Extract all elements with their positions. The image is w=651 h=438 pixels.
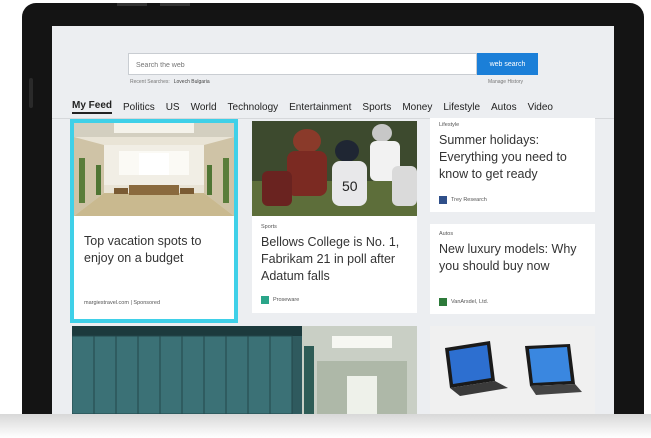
tab-video[interactable]: Video (528, 102, 553, 113)
tab-entertainment[interactable]: Entertainment (289, 102, 351, 113)
card-category: Autos (439, 231, 454, 237)
card-title[interactable]: Top vacation spots to enjoy on a budget (84, 233, 224, 267)
hotel-lobby-image (74, 123, 234, 216)
card-source-row: Trey Research (439, 196, 487, 204)
tab-sports[interactable]: Sports (362, 102, 391, 113)
svg-text:50: 50 (342, 178, 358, 194)
laptops-image (430, 326, 595, 414)
card-title[interactable]: Summer holidays: Everything you need to … (439, 132, 591, 183)
category-nav: My Feed Politics US World Technology Ent… (72, 99, 614, 115)
lockers-card[interactable] (72, 326, 417, 414)
recent-search-link[interactable]: Lovech Bulgaria (174, 79, 210, 85)
card-source-row: VanArsdel, Ltd. (439, 298, 488, 306)
manage-history-link[interactable]: Manage History (488, 79, 523, 85)
lifestyle-card[interactable]: Lifestyle Summer holidays: Everything yo… (430, 118, 595, 212)
search-box[interactable] (128, 53, 490, 76)
card-category: Sports (261, 224, 277, 230)
recent-searches: Recent Searches: Lovech Bulgaria (130, 79, 210, 85)
card-title[interactable]: Bellows College is No. 1, Fabrikam 21 in… (261, 234, 411, 285)
tab-lifestyle[interactable]: Lifestyle (443, 102, 480, 113)
hardware-button (117, 3, 147, 6)
web-search-button[interactable]: web search (477, 53, 538, 75)
card-source: Proseware (273, 297, 300, 303)
autos-card[interactable]: Autos New luxury models: Why you should … (430, 224, 595, 314)
recent-label: Recent Searches: (130, 79, 170, 85)
tab-technology[interactable]: Technology (228, 102, 279, 113)
card-category: Lifestyle (439, 122, 460, 128)
laptops-card[interactable] (430, 326, 595, 414)
tab-us[interactable]: US (166, 102, 180, 113)
side-button (29, 78, 33, 108)
trey-research-logo-icon (439, 196, 447, 204)
vacation-card[interactable]: Top vacation spots to enjoy on a budget … (70, 119, 238, 323)
tab-my-feed[interactable]: My Feed (72, 100, 113, 114)
tab-money[interactable]: Money (402, 102, 432, 113)
hardware-button (160, 3, 190, 6)
vanarsdel-logo-icon (439, 298, 447, 306)
search-input[interactable] (129, 55, 490, 76)
football-players-image: 50 (252, 121, 417, 216)
card-source: VanArsdel, Ltd. (451, 299, 489, 305)
screen: web search Recent Searches: Lovech Bulgar… (52, 26, 614, 414)
tab-politics[interactable]: Politics (123, 102, 155, 113)
card-title[interactable]: New luxury models: Why you should buy no… (439, 241, 591, 275)
school-lockers-image (72, 326, 417, 414)
tab-world[interactable]: World (191, 102, 217, 113)
card-source: Trey Research (451, 197, 487, 203)
tab-autos[interactable]: Autos (491, 102, 517, 113)
proseware-logo-icon (261, 296, 269, 304)
card-source-row: Proseware (261, 296, 299, 304)
sports-card[interactable]: 50 Sports Bellows College is No. 1, Fabr… (252, 121, 417, 313)
card-source: margiestravel.com | Sponsored (84, 300, 161, 306)
table-surface (0, 414, 651, 438)
